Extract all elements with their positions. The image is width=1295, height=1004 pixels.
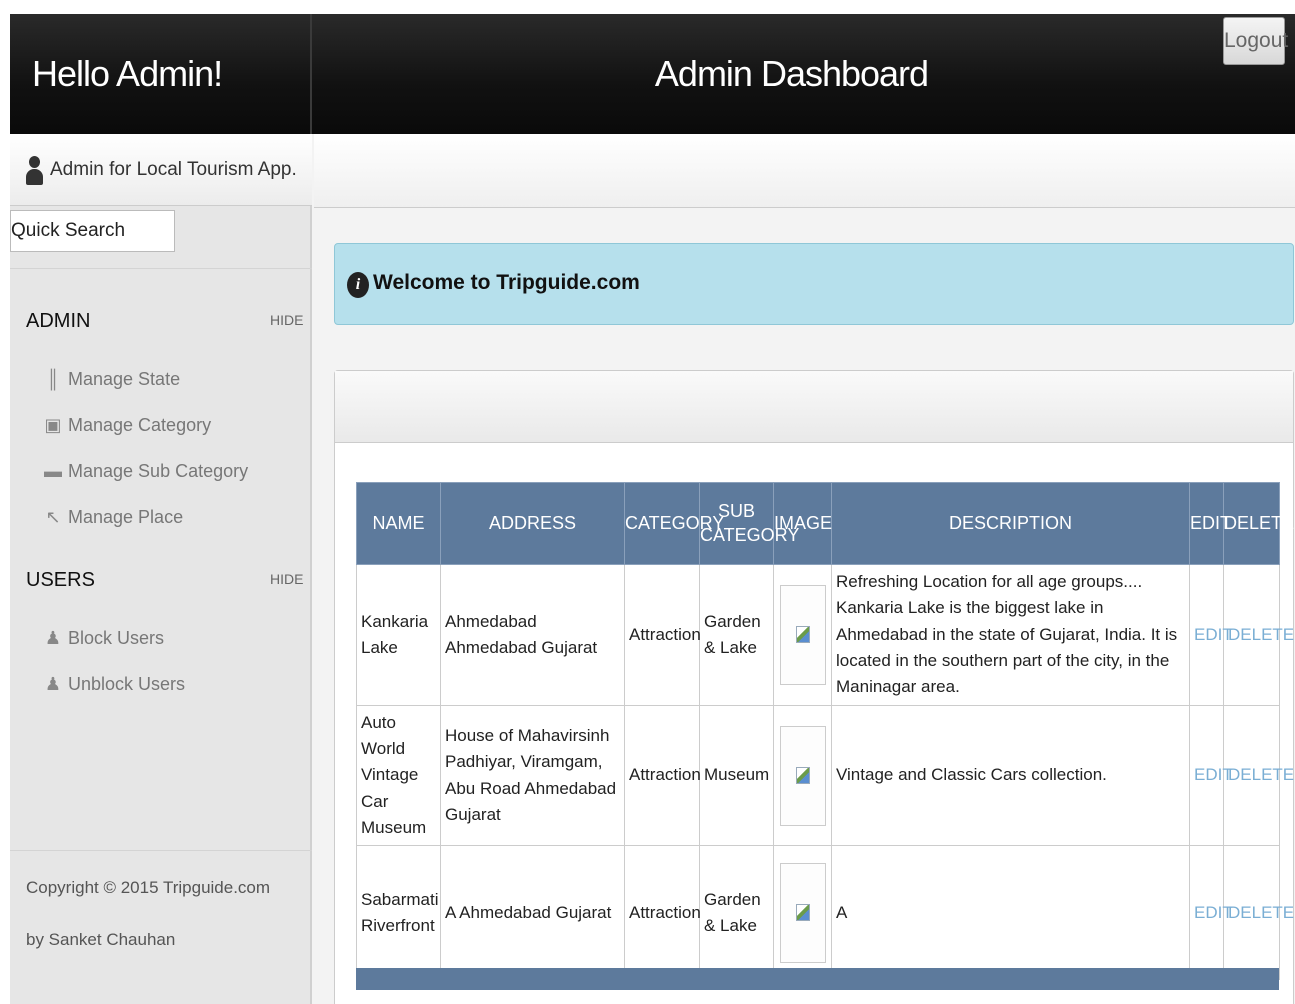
divider — [10, 268, 312, 269]
cell-description: Refreshing Location for all age groups..… — [831, 564, 1190, 706]
sidebar-item-manage-state[interactable]: ║ Manage State — [44, 369, 180, 399]
panel-header — [335, 371, 1293, 443]
info-icon: i — [347, 272, 369, 298]
sidebar-item-manage-place[interactable]: ↖ Manage Place — [44, 507, 183, 537]
table-row: Auto World Vintage Car Museum House of M… — [356, 704, 1294, 847]
utensils-icon: ║ — [46, 369, 60, 389]
cell-sub-category: Garden & Lake — [699, 845, 774, 981]
edit-link[interactable]: EDIT — [1189, 704, 1233, 847]
folder-icon: ▬ — [44, 461, 62, 481]
page-title: Admin Dashboard — [654, 53, 929, 94]
cursor-icon: ↖ — [45, 507, 61, 527]
alert-message: Welcome to Tripguide.com — [373, 271, 640, 294]
admin-user-bar: Admin for Local Tourism App. — [10, 134, 312, 206]
cell-address: Ahmedabad Ahmedabad Gujarat — [440, 564, 625, 706]
table-footer-bar — [356, 968, 1279, 990]
hide-admin-link[interactable]: HIDE — [270, 312, 303, 328]
lock-icon: ▣ — [44, 415, 62, 435]
delete-link[interactable]: DELETE — [1223, 564, 1294, 706]
column-header-description: DESCRIPTION — [831, 482, 1190, 565]
section-title-admin: ADMIN — [26, 310, 91, 332]
user-block-icon: ♟ — [44, 628, 62, 648]
table-row: Kankaria Lake Ahmedabad Ahmedabad Gujara… — [356, 564, 1294, 706]
cell-name: Sabarmati Riverfront — [356, 845, 441, 981]
broken-image-icon — [795, 903, 810, 921]
sidebar-item-label: Unblock Users — [68, 674, 186, 694]
place-image — [779, 725, 826, 826]
table-row: Sabarmati Riverfront A Ahmedabad Gujarat… — [356, 845, 1294, 981]
column-header-sub-category: SUB CATEGORY — [699, 482, 799, 565]
sidebar-item-label: Manage State — [68, 369, 181, 389]
copyright-text: Copyright © 2015 Tripguide.com — [26, 878, 271, 897]
sidebar-item-unblock-users[interactable]: ♟ Unblock Users — [44, 674, 185, 704]
sidebar-item-label: Manage Sub Category — [68, 461, 249, 481]
place-image — [779, 584, 826, 685]
broken-image-icon — [795, 766, 810, 784]
logout-button[interactable]: Logout — [1223, 17, 1288, 65]
section-title-users: USERS — [26, 569, 95, 591]
cell-image — [773, 845, 832, 981]
user-unblock-icon: ♟ — [44, 674, 62, 694]
content-subheader — [314, 134, 1295, 208]
cell-sub-category: Garden & Lake — [699, 564, 774, 706]
divider — [10, 850, 312, 851]
hide-users-link[interactable]: HIDE — [270, 571, 303, 587]
column-header-image: IMAGE — [773, 482, 832, 565]
edit-link[interactable]: EDIT — [1189, 845, 1233, 981]
greeting: Hello Admin! — [10, 14, 312, 134]
user-icon — [26, 156, 43, 186]
cell-category: Attraction — [624, 564, 701, 706]
cell-description: A — [831, 845, 1190, 981]
cell-name: Kankaria Lake — [356, 564, 441, 706]
column-header-name: NAME — [356, 482, 441, 565]
cell-category: Attraction — [624, 845, 701, 981]
sidebar-item-manage-sub-category[interactable]: ▬ Manage Sub Category — [44, 461, 248, 491]
sidebar: Admin for Local Tourism App. ADMIN HIDE … — [10, 134, 312, 1004]
welcome-alert: i Welcome to Tripguide.com — [334, 243, 1294, 325]
cell-address: A Ahmedabad Gujarat — [440, 845, 625, 981]
column-header-delete: DELETE — [1223, 482, 1294, 565]
table-header-row: NAME ADDRESS CATEGORY SUB CATEGORY IMAGE… — [356, 482, 1294, 565]
sidebar-item-label: Block Users — [68, 628, 165, 648]
sidebar-item-manage-category[interactable]: ▣ Manage Category — [44, 415, 211, 445]
delete-link[interactable]: DELETE — [1223, 845, 1294, 981]
quick-search-input[interactable] — [10, 210, 175, 252]
place-image — [779, 862, 826, 963]
sidebar-item-label: Manage Category — [68, 415, 212, 435]
cell-sub-category: Museum — [699, 704, 774, 847]
sidebar-item-block-users[interactable]: ♟ Block Users — [44, 628, 164, 658]
column-header-edit: EDIT — [1189, 482, 1231, 565]
cell-address: House of Mahavirsinh Padhiyar, Viramgam,… — [440, 704, 625, 847]
broken-image-icon — [795, 625, 810, 643]
column-header-address: ADDRESS — [440, 482, 625, 565]
admin-user-label: Admin for Local Tourism App. — [50, 159, 297, 180]
places-table: NAME ADDRESS CATEGORY SUB CATEGORY IMAGE… — [356, 482, 1294, 981]
edit-link[interactable]: EDIT — [1189, 564, 1233, 706]
top-header: Hello Admin! Admin Dashboard Logout — [10, 14, 1295, 134]
cell-category: Attraction — [624, 704, 701, 847]
column-header-category: CATEGORY — [624, 482, 724, 565]
cell-description: Vintage and Classic Cars collection. — [831, 704, 1190, 847]
cell-image — [773, 564, 832, 706]
cell-name: Auto World Vintage Car Museum — [356, 704, 441, 847]
cell-image — [773, 704, 832, 847]
sidebar-item-label: Manage Place — [68, 507, 184, 527]
delete-link[interactable]: DELETE — [1223, 704, 1294, 847]
author-text: by Sanket Chauhan — [26, 930, 176, 949]
